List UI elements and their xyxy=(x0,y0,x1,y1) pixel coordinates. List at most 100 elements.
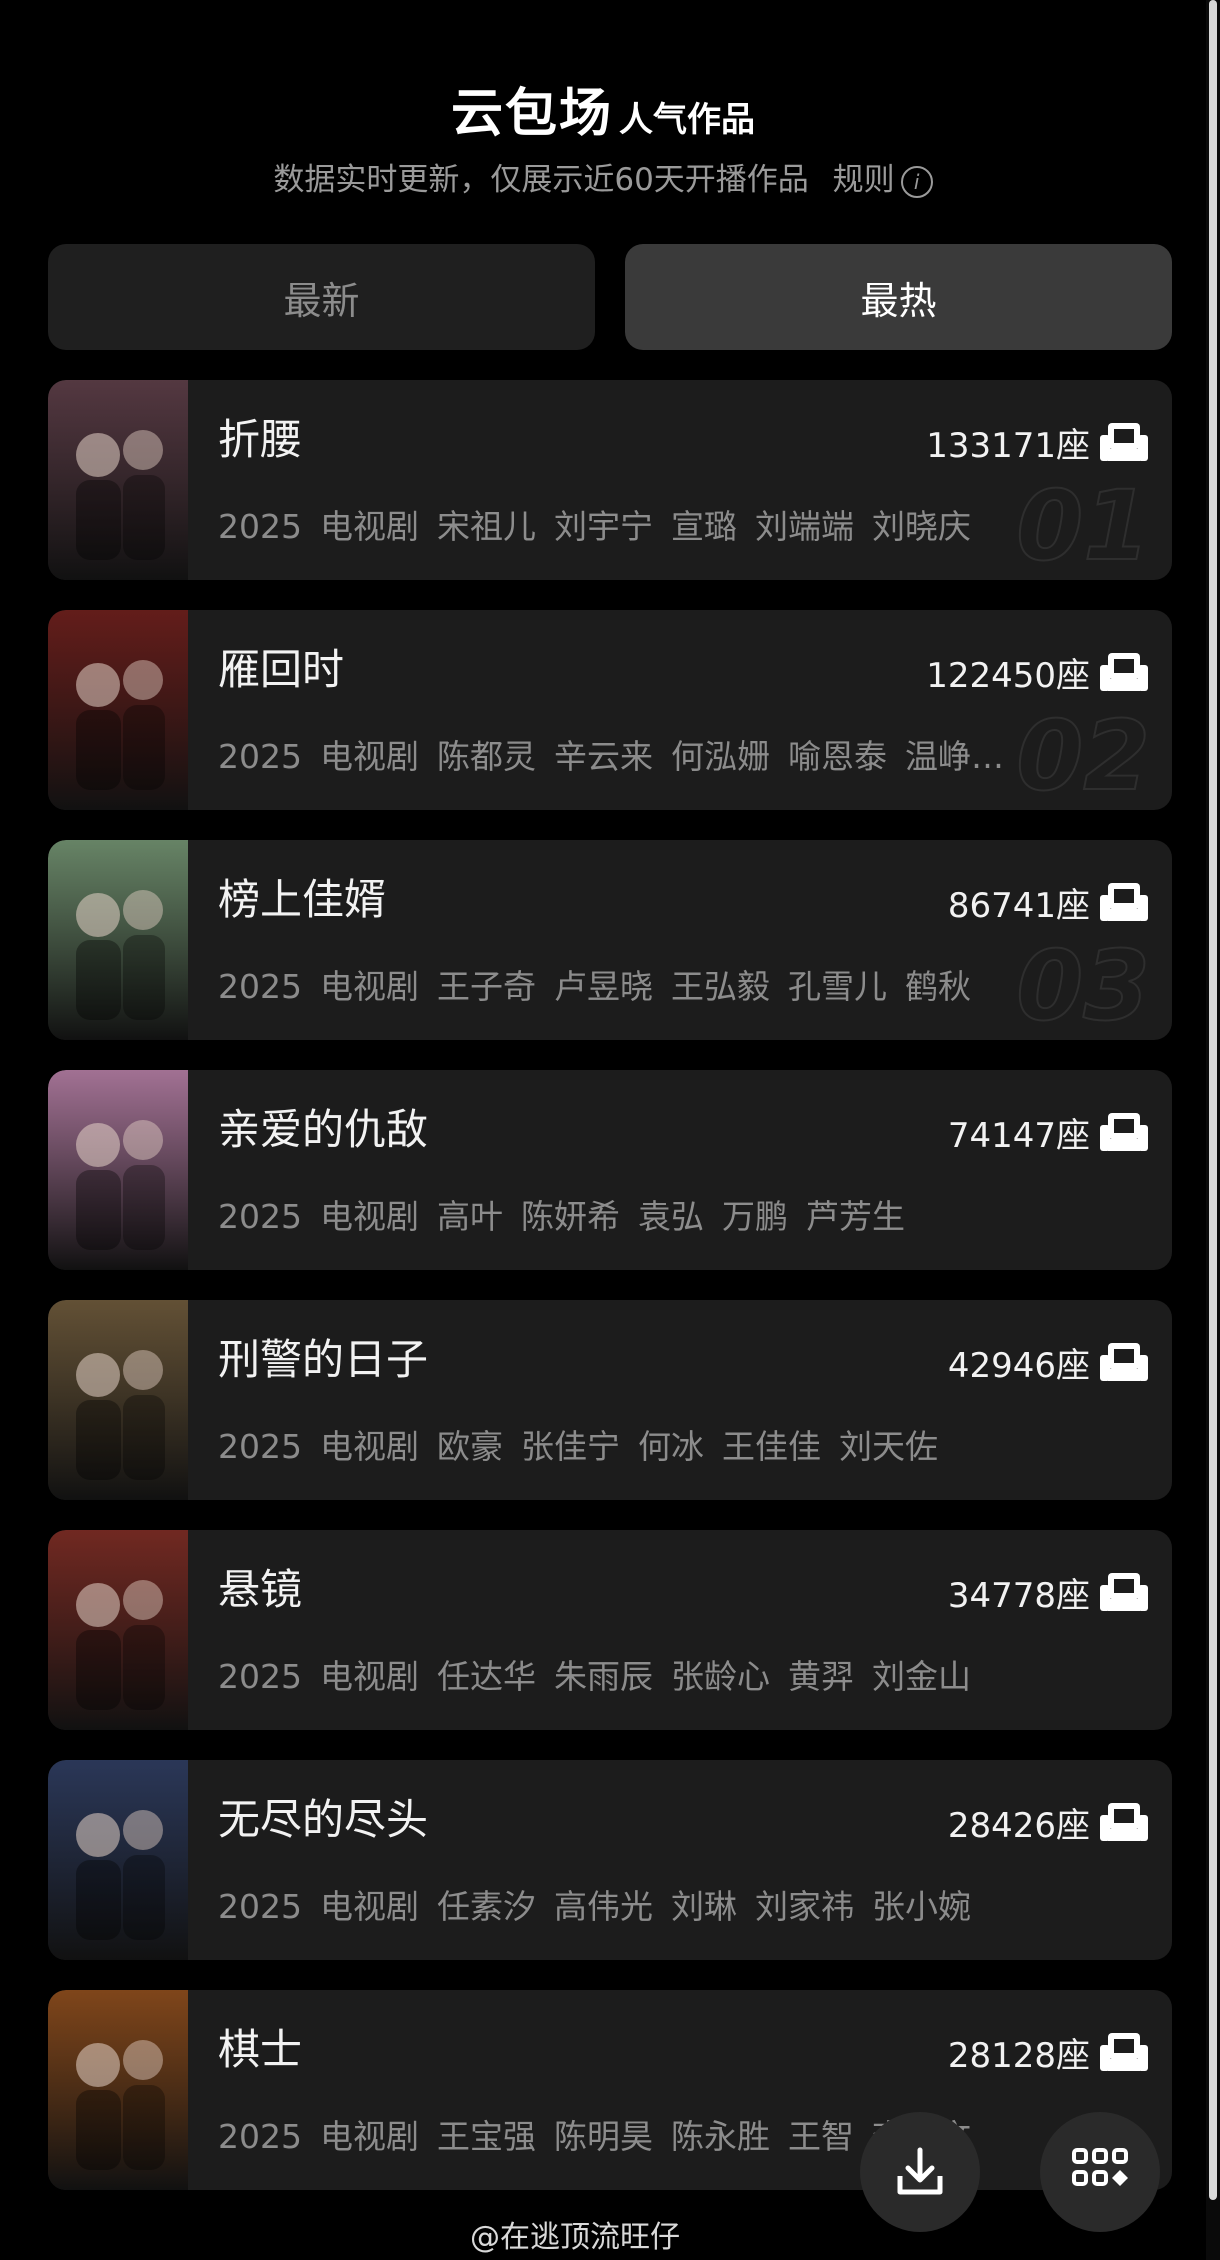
cast-name: 刘琳 xyxy=(670,1887,737,1926)
cast-name: 宋祖儿 xyxy=(436,507,536,546)
couch-icon xyxy=(1100,882,1148,921)
show-type: 电视剧 xyxy=(319,1427,419,1466)
show-meta: 2025 电视剧 王子奇 卢昱晓 王弘毅 孔雪儿 鹤秋 xyxy=(218,962,989,1012)
cast-name: 何泓姗 xyxy=(670,737,770,776)
cast-name: 任素汐 xyxy=(436,1887,536,1926)
seat-count: 28426座 xyxy=(948,1798,1148,1847)
title-sub: 人气作品 xyxy=(619,100,755,140)
show-year: 2025 xyxy=(218,737,302,776)
rules-label[interactable]: 规则 xyxy=(833,162,895,198)
seat-count: 28128座 xyxy=(948,2028,1148,2077)
seat-count: 86741座 xyxy=(948,878,1148,927)
cast-name: 辛云来 xyxy=(553,737,653,776)
show-type: 电视剧 xyxy=(319,1197,419,1236)
show-card[interactable]: 刑警的日子 42946座 2025 电视剧 欧豪 张佳宁 何冰 王佳佳 刘天佐 xyxy=(48,1300,1172,1500)
show-title: 刑警的日子 xyxy=(218,1335,429,1384)
cast-name: 陈永胜 xyxy=(670,2117,770,2156)
seat-count-value: 28426座 xyxy=(947,1806,1090,1846)
cast-name: 宣璐 xyxy=(670,507,737,546)
scrollbar-thumb[interactable] xyxy=(1209,0,1217,2200)
poster-image[interactable] xyxy=(48,380,188,580)
couch-icon xyxy=(1100,1802,1148,1841)
seat-count-value: 34778座 xyxy=(947,1576,1090,1616)
download-icon xyxy=(897,2147,943,2195)
show-year: 2025 xyxy=(218,1427,302,1466)
couch-icon xyxy=(1100,2032,1148,2071)
cast-name: 欧豪 xyxy=(436,1427,503,1466)
poster-image[interactable] xyxy=(48,1530,188,1730)
show-year: 2025 xyxy=(218,1657,302,1696)
poster-image[interactable] xyxy=(48,1300,188,1500)
ranking-list: 折腰 133171座 2025 电视剧 宋祖儿 刘宇宁 宣璐 刘端端 刘晓庆 01 xyxy=(48,380,1172,2220)
show-title: 棋士 xyxy=(218,2025,303,2074)
cast-name: 刘金山 xyxy=(871,1657,971,1696)
show-card[interactable]: 悬镜 34778座 2025 电视剧 任达华 朱雨辰 张龄心 黄羿 刘金山 xyxy=(48,1530,1172,1730)
cast-name: 张佳宁 xyxy=(520,1427,620,1466)
couch-icon xyxy=(1100,1112,1148,1151)
show-card[interactable]: 雁回时 122450座 2025 电视剧 陈都灵 辛云来 何泓姗 喻恩泰 温峥… 02 xyxy=(48,610,1172,810)
show-type: 电视剧 xyxy=(319,2117,419,2156)
cast-name: 高伟光 xyxy=(553,1887,653,1926)
grid-menu-icon xyxy=(1072,2148,1128,2186)
page-subtitle: 数据实时更新，仅展示近60天开播作品 规则 i xyxy=(0,158,1206,202)
show-card[interactable]: 折腰 133171座 2025 电视剧 宋祖儿 刘宇宁 宣璐 刘端端 刘晓庆 01 xyxy=(48,380,1172,580)
cast-name: 王弘毅 xyxy=(670,967,770,1006)
scrollbar[interactable] xyxy=(1206,0,1220,2260)
info-icon[interactable]: i xyxy=(900,165,933,198)
show-year: 2025 xyxy=(218,1197,302,1236)
cast-name: 鹤秋 xyxy=(904,967,971,1006)
grid-menu-button[interactable] xyxy=(1040,2112,1160,2232)
seat-count: 74147座 xyxy=(948,1108,1148,1157)
cast-name: 高叶 xyxy=(436,1197,503,1236)
cast-name: 喻恩泰 xyxy=(787,737,887,776)
show-card[interactable]: 榜上佳婿 86741座 2025 电视剧 王子奇 卢昱晓 王弘毅 孔雪儿 鹤秋 03 xyxy=(48,840,1172,1040)
seat-count-value: 28128座 xyxy=(947,2036,1090,2076)
poster-image[interactable] xyxy=(48,610,188,810)
cast-name: 黄羿 xyxy=(787,1657,854,1696)
show-card[interactable]: 亲爱的仇敌 74147座 2025 电视剧 高叶 陈妍希 袁弘 万鹏 芦芳生 xyxy=(48,1070,1172,1270)
cast-name: 张小婉 xyxy=(871,1887,971,1926)
cast-name: 孔雪儿 xyxy=(787,967,887,1006)
show-year: 2025 xyxy=(218,1887,302,1926)
couch-icon xyxy=(1100,652,1148,691)
seat-count-value: 74147座 xyxy=(947,1116,1090,1156)
title-main: 云包场 xyxy=(450,84,613,144)
seat-count-value: 122450座 xyxy=(926,656,1090,696)
show-type: 电视剧 xyxy=(319,1657,419,1696)
show-meta: 2025 电视剧 高叶 陈妍希 袁弘 万鹏 芦芳生 xyxy=(218,1192,923,1242)
couch-icon xyxy=(1100,422,1148,461)
watermark: @在逃顶流旺仔 xyxy=(470,2220,680,2255)
cast-name: 任达华 xyxy=(436,1657,536,1696)
couch-icon xyxy=(1100,1572,1148,1611)
cast-name: 何冰 xyxy=(637,1427,704,1466)
show-title: 折腰 xyxy=(218,415,303,464)
tab-hottest[interactable]: 最热 xyxy=(625,244,1172,350)
rank-number: 02 xyxy=(1015,699,1151,810)
page-title: 云包场 人气作品 xyxy=(0,78,1206,162)
poster-image[interactable] xyxy=(48,840,188,1040)
show-card[interactable]: 棋士 28128座 2025电视剧王宝强陈明昊陈永胜王智李乃文 xyxy=(48,1990,1172,2190)
show-type: 电视剧 xyxy=(319,737,419,776)
poster-image[interactable] xyxy=(48,1760,188,1960)
cast-name: 卢昱晓 xyxy=(553,967,653,1006)
show-year: 2025 xyxy=(218,967,302,1006)
poster-image[interactable] xyxy=(48,1990,188,2190)
show-meta: 2025 电视剧 宋祖儿 刘宇宁 宣璐 刘端端 刘晓庆 xyxy=(218,502,989,552)
show-card[interactable]: 无尽的尽头 28426座 2025 电视剧 任素汐 高伟光 刘琳 刘家祎 张小婉 xyxy=(48,1760,1172,1960)
seat-count: 42946座 xyxy=(948,1338,1148,1387)
seat-count-value: 133171座 xyxy=(926,426,1090,466)
cast-name: 刘晓庆 xyxy=(871,507,971,546)
cast-name: 王子奇 xyxy=(436,967,536,1006)
rules-link[interactable]: 规则 i xyxy=(833,162,933,198)
show-meta: 2025 电视剧 任素汐 高伟光 刘琳 刘家祎 张小婉 xyxy=(218,1882,989,1932)
cast-name: 刘家祎 xyxy=(754,1887,854,1926)
tab-latest[interactable]: 最新 xyxy=(48,244,595,350)
seat-count-value: 42946座 xyxy=(947,1346,1090,1386)
cast-name: 袁弘 xyxy=(637,1197,704,1236)
show-title: 无尽的尽头 xyxy=(218,1795,429,1844)
download-button[interactable] xyxy=(860,2112,980,2232)
cast-name: 陈都灵 xyxy=(436,737,536,776)
show-title: 悬镜 xyxy=(218,1565,303,1614)
poster-image[interactable] xyxy=(48,1070,188,1270)
show-year: 2025 xyxy=(218,2117,302,2156)
